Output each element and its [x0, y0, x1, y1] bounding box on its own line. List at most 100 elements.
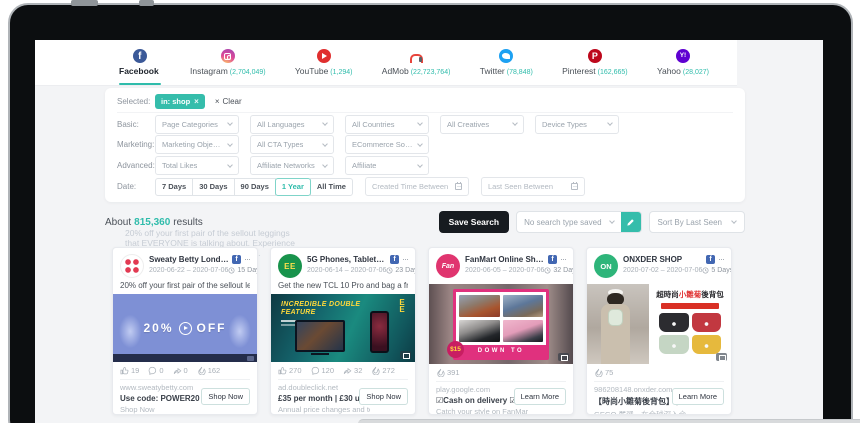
- date-1-year-button[interactable]: 1 Year: [275, 178, 311, 196]
- advertiser-name[interactable]: ONXDER SHOP: [623, 255, 703, 264]
- card-menu-icon[interactable]: [402, 254, 408, 264]
- admob-icon: [409, 49, 423, 63]
- learn-more-button[interactable]: Learn More: [672, 388, 724, 405]
- share-icon: [173, 366, 182, 375]
- page-categories-dropdown[interactable]: Page Categories: [155, 115, 239, 134]
- ad-stats-row: 19 0 0 162: [120, 366, 250, 375]
- tab-instagram[interactable]: Instagram(2,704,049): [190, 40, 266, 85]
- sort-dropdown[interactable]: Sort By Last Seen: [649, 211, 745, 233]
- card-menu-icon[interactable]: [244, 254, 250, 264]
- ad-creative-image[interactable]: DOWN TO $15: [429, 284, 573, 364]
- media-type-icon: [558, 353, 569, 361]
- ad-duration: 5 Days: [711, 267, 732, 274]
- creative-text: OFF: [197, 321, 227, 335]
- date-all-time-button[interactable]: All Time: [310, 178, 353, 196]
- countries-dropdown[interactable]: All Countries: [345, 115, 429, 134]
- card-menu-icon[interactable]: [560, 254, 566, 264]
- ad-creative-image[interactable]: 20% OFF: [113, 294, 257, 362]
- facebook-badge-icon: [706, 255, 715, 264]
- tab-label: Pinterest: [562, 66, 596, 76]
- cta-types-dropdown[interactable]: All CTA Types: [250, 135, 334, 154]
- total-likes-dropdown[interactable]: Total Likes: [155, 156, 239, 175]
- date-30-days-button[interactable]: 30 Days: [192, 178, 234, 196]
- date-filters-row: Date: 7 Days 30 Days 90 Days 1 Year All …: [117, 177, 733, 196]
- last-seen-between-input[interactable]: Last Seen Between: [481, 177, 585, 196]
- device-types-dropdown[interactable]: Device Types: [535, 115, 619, 134]
- yahoo-icon: [676, 49, 690, 63]
- card-menu-icon[interactable]: [718, 254, 724, 264]
- basic-label: Basic:: [117, 120, 155, 129]
- affiliate-networks-dropdown[interactable]: Affiliate Networks: [250, 156, 334, 175]
- tv-graphic: [295, 320, 345, 352]
- save-search-button[interactable]: Save Search: [439, 211, 510, 233]
- created-time-between-input[interactable]: Created Time Between: [365, 177, 469, 196]
- marketing-objectives-dropdown[interactable]: Marketing Objectives: [155, 135, 239, 154]
- device-notch: [139, 0, 154, 6]
- chip-close-icon[interactable]: ×: [194, 97, 199, 106]
- facebook-badge-icon: [232, 255, 241, 264]
- model-photo: [587, 284, 649, 364]
- tab-yahoo[interactable]: Yahoo(28,027): [657, 40, 709, 85]
- calendar-icon: [571, 183, 578, 190]
- flame-icon: [197, 366, 206, 375]
- affiliate-dropdown[interactable]: Affiliate: [345, 156, 429, 175]
- pencil-icon: [626, 218, 635, 227]
- clock-icon: [228, 267, 235, 274]
- tab-facebook[interactable]: Facebook: [119, 40, 161, 85]
- tab-count: (1,294): [330, 69, 352, 76]
- tab-admob[interactable]: AdMob(22,723,764): [382, 40, 451, 85]
- ad-footnote: Catch your style on FanMart!: [436, 407, 528, 415]
- tab-pinterest[interactable]: Pinterest(162,665): [562, 40, 628, 85]
- ad-date-range: 2020-06-22 – 2020-07-06: [149, 267, 228, 274]
- pinterest-icon: [588, 49, 602, 63]
- ee-logo: EE: [398, 299, 406, 313]
- phone-graphic: [370, 311, 389, 353]
- share-icon: [343, 366, 352, 375]
- learn-more-button[interactable]: Learn More: [514, 388, 566, 405]
- creative-bottom-bar: [113, 354, 257, 362]
- results-count: 815,360: [134, 217, 170, 228]
- shop-now-button[interactable]: Shop Now: [201, 388, 250, 405]
- ad-creative-image[interactable]: 超時尚小雛菊後背包: [587, 284, 731, 364]
- selected-filters-row: Selected: in: shop × × Clear: [117, 94, 733, 113]
- device-frame: Facebook Instagram(2,704,049) YouTube(1,…: [8, 3, 853, 423]
- ad-footnote: GEGO 嚴選，在全球深入合作近...: [594, 409, 686, 415]
- instagram-icon: [221, 49, 235, 63]
- chevron-down-icon: [227, 120, 233, 126]
- ad-duration: 23 Days: [395, 267, 416, 274]
- ad-date-range: 2020-06-14 – 2020-07-06: [307, 267, 386, 274]
- backpack-grid: [653, 313, 727, 354]
- play-icon[interactable]: [179, 322, 192, 335]
- comment-icon: [311, 366, 320, 375]
- ad-description: Get the new TCL 10 Pro and bag a free TC…: [278, 281, 408, 290]
- advertiser-name[interactable]: 5G Phones, Tablets & SIMs | ...: [307, 255, 387, 264]
- ecommerce-softwares-dropdown[interactable]: ECommerce Softwares: [345, 135, 429, 154]
- shop-now-button[interactable]: Shop Now: [359, 388, 408, 405]
- languages-dropdown[interactable]: All Languages: [250, 115, 334, 134]
- advertiser-name[interactable]: Sweaty Betty London | Wom...: [149, 255, 229, 264]
- selected-label: Selected:: [117, 97, 155, 106]
- ad-stats-row: 270 120 32 272: [278, 366, 408, 375]
- clear-filters-button[interactable]: × Clear: [215, 97, 242, 106]
- like-icon: [120, 366, 129, 375]
- saved-search-dropdown[interactable]: No search type saved: [516, 211, 641, 233]
- tab-twitter[interactable]: Twitter(78,848): [480, 40, 533, 85]
- date-7-days-button[interactable]: 7 Days: [155, 178, 193, 196]
- ad-footnote: Shop Now: [120, 405, 212, 414]
- edit-saved-search-button[interactable]: [621, 212, 641, 232]
- creatives-dropdown[interactable]: All Creatives: [440, 115, 524, 134]
- tab-label: AdMob: [382, 66, 409, 76]
- clear-label: Clear: [223, 97, 242, 106]
- tab-youtube[interactable]: YouTube(1,294): [295, 40, 353, 85]
- chevron-down-icon: [731, 218, 737, 224]
- twitter-icon: [499, 49, 513, 63]
- chevron-down-icon: [607, 120, 613, 126]
- like-icon: [278, 366, 287, 375]
- ad-creative-image[interactable]: INCREDIBLE DOUBLEFEATURE EE: [271, 294, 415, 362]
- advertiser-avatar: [120, 254, 144, 278]
- selected-filter-chip[interactable]: in: shop ×: [155, 94, 205, 109]
- advertiser-name[interactable]: FanMart Online Shopping - F...: [465, 255, 545, 264]
- clock-icon: [386, 267, 393, 274]
- heat-stat: 272: [371, 366, 395, 375]
- date-90-days-button[interactable]: 90 Days: [234, 178, 276, 196]
